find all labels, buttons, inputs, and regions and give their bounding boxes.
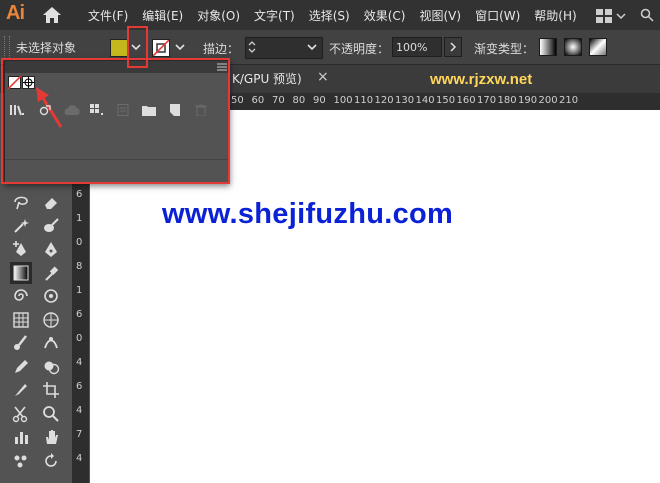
opacity-input[interactable]: 100% bbox=[392, 37, 442, 57]
v-ruler-label: 8 bbox=[76, 261, 83, 272]
menu-select[interactable]: 选择(S) bbox=[309, 7, 350, 24]
puppet-warp-icon[interactable] bbox=[40, 332, 62, 354]
pen-icon[interactable] bbox=[40, 238, 62, 260]
menu-file[interactable]: 文件(F) bbox=[88, 7, 128, 24]
eyedropper-icon[interactable] bbox=[40, 262, 62, 284]
h-ruler-label: 90 bbox=[313, 95, 326, 106]
stroke-color-swatch[interactable] bbox=[152, 39, 170, 57]
knife-icon[interactable] bbox=[10, 379, 32, 401]
v-ruler-label: 6 bbox=[76, 381, 83, 392]
home-icon[interactable] bbox=[42, 6, 62, 24]
radial-gradient-button[interactable] bbox=[564, 38, 582, 56]
menu-effect[interactable]: 效果(C) bbox=[364, 7, 406, 24]
mesh-icon[interactable] bbox=[10, 309, 32, 331]
h-ruler-label: 180 bbox=[497, 95, 517, 106]
v-ruler-label: 7 bbox=[76, 429, 83, 440]
stroke-spinner-icon[interactable] bbox=[246, 38, 258, 56]
menu-type[interactable]: 文字(T) bbox=[254, 7, 295, 24]
selection-status: 未选择对象 bbox=[16, 41, 77, 55]
zoom-icon[interactable] bbox=[40, 403, 62, 425]
h-ruler-label: 210 bbox=[559, 95, 579, 106]
v-ruler-label: 6 bbox=[76, 309, 83, 320]
search-icon[interactable] bbox=[640, 8, 654, 22]
fill-color-swatch[interactable] bbox=[110, 39, 128, 57]
h-ruler-label: 190 bbox=[518, 95, 538, 106]
h-ruler-label: 130 bbox=[395, 95, 415, 106]
menu-window[interactable]: 窗口(W) bbox=[475, 7, 520, 24]
h-ruler-label: 110 bbox=[354, 95, 374, 106]
v-ruler-label: 4 bbox=[76, 405, 83, 416]
menu-help[interactable]: 帮助(H) bbox=[534, 7, 576, 24]
h-ruler-label: 80 bbox=[292, 95, 306, 106]
hand-icon[interactable] bbox=[40, 426, 62, 448]
perspective-icon[interactable] bbox=[40, 309, 62, 331]
site-watermark-top: www.rjzxw.net bbox=[430, 71, 533, 88]
rotate-view-icon[interactable] bbox=[40, 450, 62, 472]
stroke-weight-dropdown-icon[interactable] bbox=[306, 40, 318, 54]
v-ruler-label: 6 bbox=[76, 189, 83, 200]
eraser-icon[interactable] bbox=[40, 191, 62, 213]
artboard-icon[interactable] bbox=[40, 379, 62, 401]
anchor-add-icon[interactable] bbox=[10, 238, 32, 260]
opacity-label: 不透明度： bbox=[329, 42, 390, 56]
menu-view[interactable]: 视图(V) bbox=[419, 7, 461, 24]
site-watermark-canvas: www.shejifuzhu.com bbox=[162, 198, 454, 230]
stroke-none-icon bbox=[153, 40, 169, 56]
linear-gradient-button[interactable] bbox=[539, 38, 557, 56]
scissors-icon[interactable] bbox=[10, 403, 32, 425]
h-ruler-label: 50 bbox=[231, 95, 244, 106]
v-ruler-label: 4 bbox=[76, 453, 83, 464]
h-ruler-label: 150 bbox=[436, 95, 456, 106]
h-ruler-label: 170 bbox=[477, 95, 497, 106]
chevron-right-icon bbox=[450, 42, 457, 52]
column-graph-icon[interactable] bbox=[10, 426, 32, 448]
gradient-type-label: 渐变类型： bbox=[474, 42, 535, 56]
symbol-sprayer-icon[interactable] bbox=[10, 450, 32, 472]
panel-highlight-box bbox=[1, 58, 230, 184]
shape-builder-icon[interactable] bbox=[40, 356, 62, 378]
v-ruler-label: 0 bbox=[76, 237, 83, 248]
workspace-switcher-icon[interactable] bbox=[596, 9, 626, 23]
paintbrush-icon[interactable] bbox=[10, 332, 32, 354]
control-bar-grip[interactable] bbox=[4, 36, 10, 58]
lasso-icon[interactable] bbox=[10, 191, 32, 213]
symbol-icon[interactable] bbox=[40, 285, 62, 307]
v-ruler-label: 4 bbox=[76, 357, 83, 368]
gradient-icon[interactable] bbox=[10, 261, 32, 284]
close-tab-button[interactable]: × bbox=[317, 69, 329, 85]
h-ruler-label: 140 bbox=[415, 95, 435, 106]
h-ruler-label: 70 bbox=[272, 95, 285, 106]
fill-dropdown-highlight-box bbox=[127, 26, 148, 68]
pencil-icon[interactable] bbox=[10, 356, 32, 378]
opacity-popup-button[interactable] bbox=[444, 37, 462, 57]
main-menu: 文件(F) 编辑(E) 对象(O) 文字(T) 选择(S) 效果(C) 视图(V… bbox=[88, 0, 591, 30]
menu-edit[interactable]: 编辑(E) bbox=[142, 7, 183, 24]
h-ruler-label: 120 bbox=[374, 95, 394, 106]
blob-brush-icon[interactable] bbox=[40, 215, 62, 237]
stroke-label: 描边： bbox=[203, 42, 240, 56]
v-ruler-label: 1 bbox=[76, 285, 83, 296]
h-ruler-label: 100 bbox=[333, 95, 353, 106]
h-ruler-label: 160 bbox=[456, 95, 476, 106]
h-ruler-label: 60 bbox=[251, 95, 265, 106]
h-ruler-label: 200 bbox=[538, 95, 558, 106]
freeform-gradient-button[interactable] bbox=[589, 38, 607, 56]
app-logo: Ai bbox=[6, 2, 25, 24]
v-ruler-label: 1 bbox=[76, 213, 83, 224]
v-ruler-label: 0 bbox=[76, 333, 83, 344]
menu-object[interactable]: 对象(O) bbox=[197, 7, 240, 24]
stroke-dropdown-icon[interactable] bbox=[174, 40, 186, 54]
twirl-icon[interactable] bbox=[10, 285, 32, 307]
magic-wand-icon[interactable] bbox=[10, 215, 32, 237]
document-tab[interactable]: K/GPU 预览) bbox=[232, 70, 302, 87]
